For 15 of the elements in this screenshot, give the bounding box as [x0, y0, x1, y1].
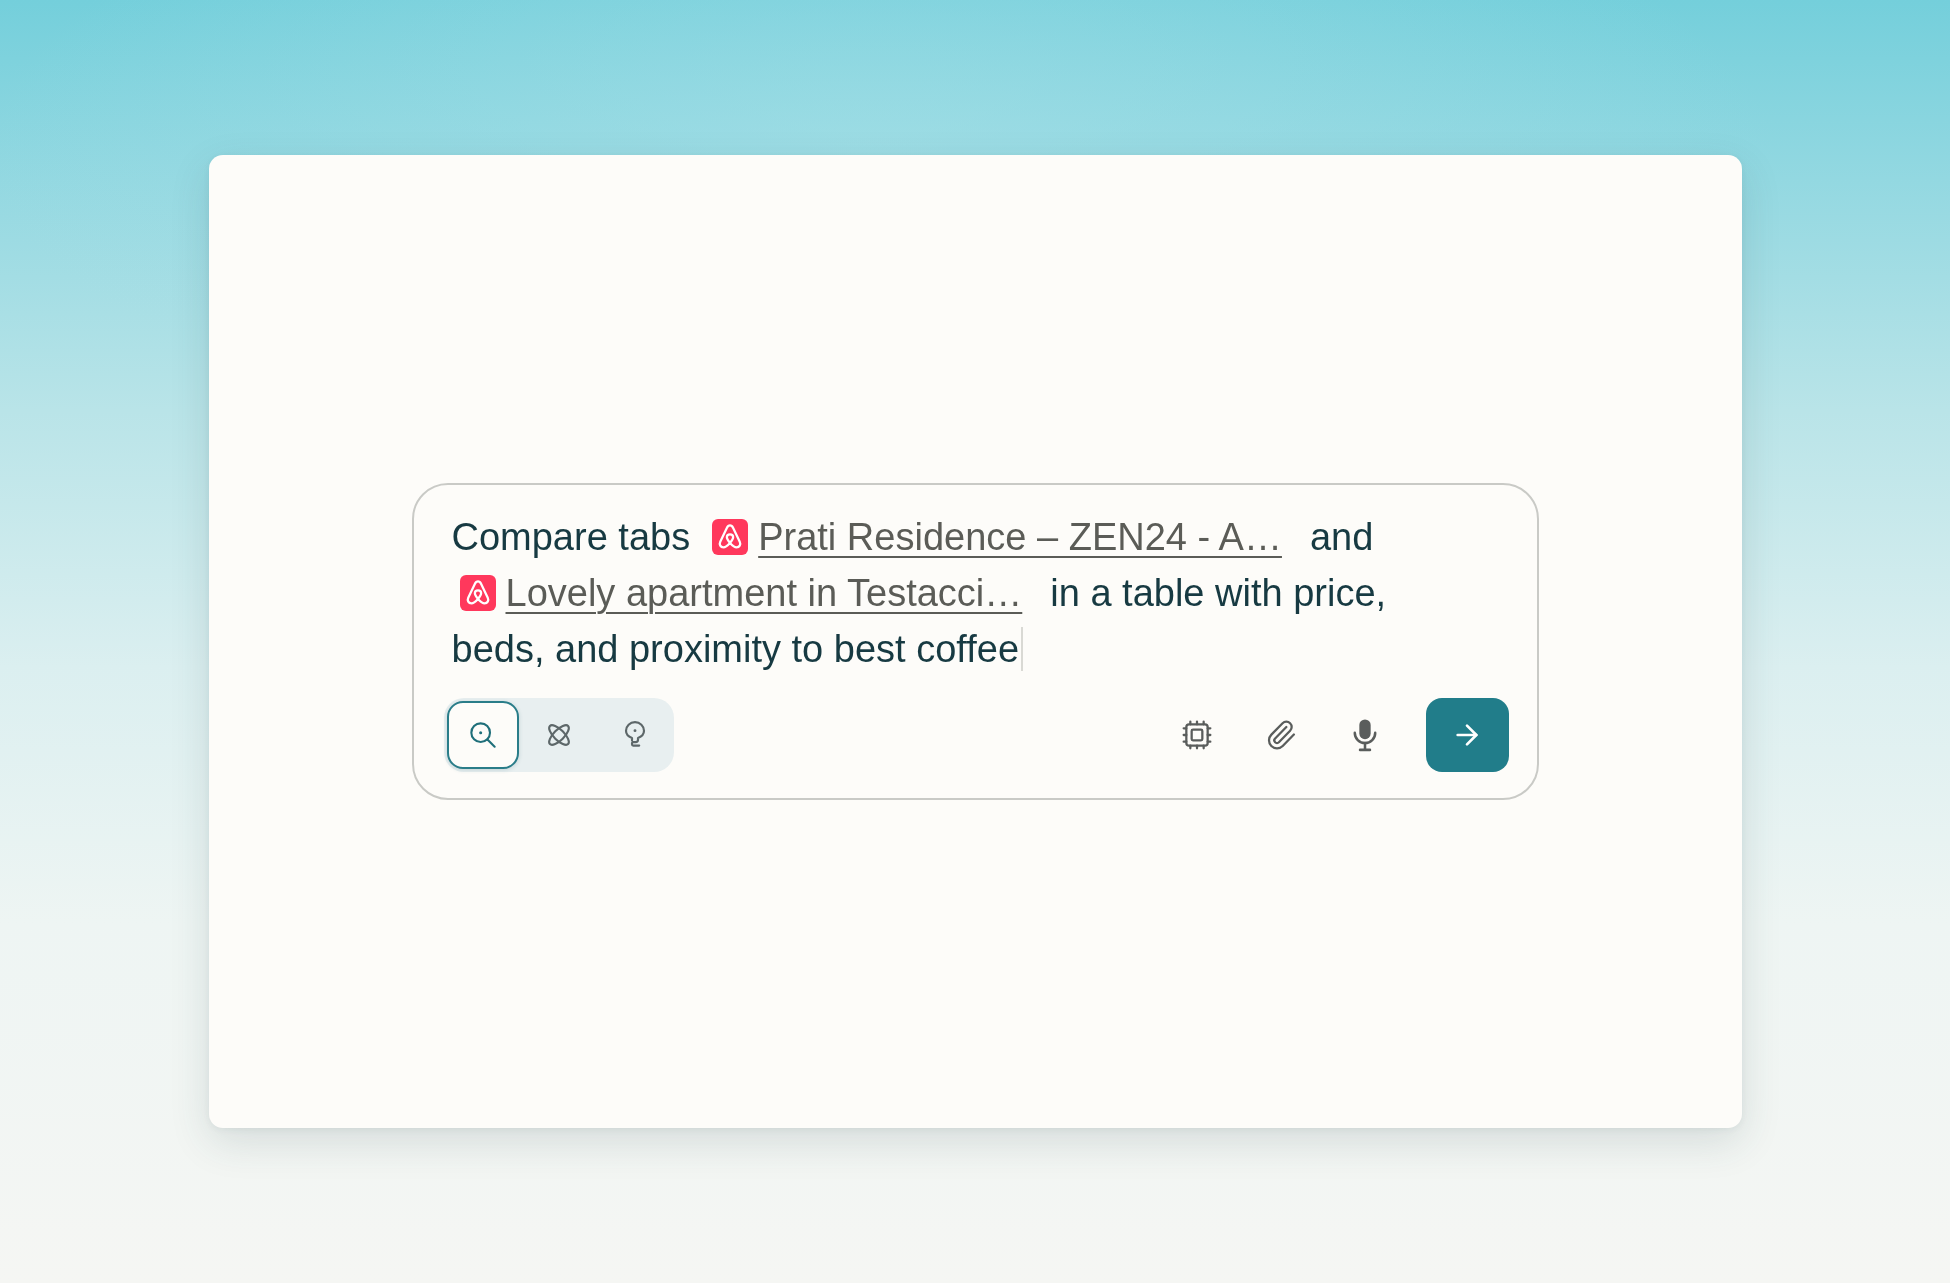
- prompt-text: beds, and proximity to best coffee: [451, 627, 1019, 672]
- favicon-icon: [459, 575, 496, 611]
- cpu-icon: [1180, 719, 1213, 751]
- tab-link[interactable]: Prati Residence – ZEN24 - A…: [704, 513, 1296, 561]
- tab-link[interactable]: Lovely apartment in Testacci…: [451, 569, 1037, 617]
- search-mode-button[interactable]: [446, 701, 519, 769]
- prompt-text: in a table with price,: [1050, 571, 1387, 616]
- prompt-text: and: [1309, 515, 1374, 560]
- send-button[interactable]: [1425, 698, 1509, 772]
- favicon-icon: [712, 519, 749, 555]
- prompt-text: Compare tabs: [451, 515, 691, 560]
- search-icon: [468, 721, 497, 749]
- lightbulb-icon: [622, 720, 647, 750]
- microphone-icon: [1351, 718, 1378, 752]
- chat-input-box[interactable]: Compare tabs Prati Residence – ZEN24 - A… and Lovely apartment in Testacci… in a table with price, beds, and proximity to best coffee: [411, 483, 1539, 800]
